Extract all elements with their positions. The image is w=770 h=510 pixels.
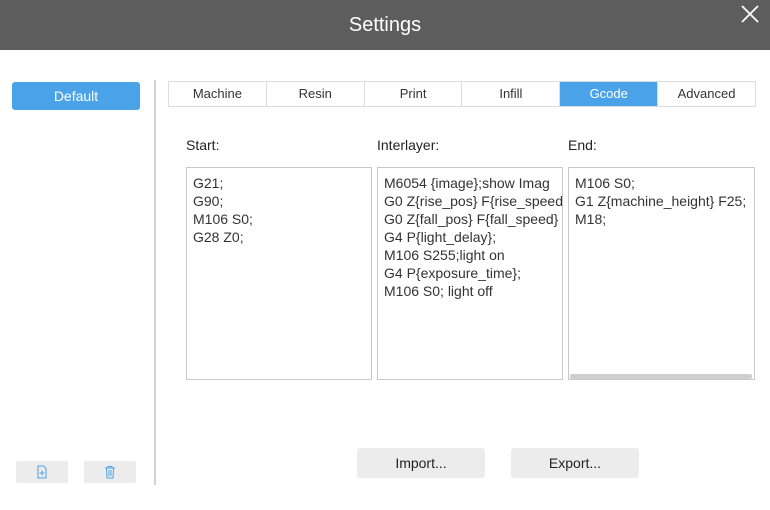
interlayer-gcode-input[interactable] <box>377 167 563 380</box>
profile-default[interactable]: Default <box>12 82 140 110</box>
tab-advanced[interactable]: Advanced <box>658 82 755 106</box>
tab-gcode[interactable]: Gcode <box>560 82 659 106</box>
start-gcode-input[interactable] <box>186 167 372 380</box>
add-profile-button[interactable] <box>16 461 68 483</box>
tab-machine[interactable]: Machine <box>169 82 267 106</box>
start-label: Start: <box>186 137 220 153</box>
window-title: Settings <box>348 14 422 36</box>
export-button[interactable]: Export... <box>511 448 639 478</box>
interlayer-label: Interlayer: <box>377 137 440 153</box>
delete-profile-button[interactable] <box>84 461 136 483</box>
settings-tabs: Machine Resin Print Infill Gcode Advance… <box>168 81 756 107</box>
add-file-icon <box>37 465 47 479</box>
tab-infill[interactable]: Infill <box>462 82 561 106</box>
import-button[interactable]: Import... <box>357 448 485 478</box>
end-label: End: <box>568 137 597 153</box>
tab-resin[interactable]: Resin <box>267 82 365 106</box>
sidebar-divider <box>154 80 156 485</box>
close-icon <box>741 5 759 23</box>
tab-print[interactable]: Print <box>365 82 463 106</box>
title-bar: Settings <box>0 0 770 50</box>
trash-icon <box>105 466 115 479</box>
end-gcode-input[interactable] <box>568 167 755 380</box>
end-horizontal-scrollbar[interactable] <box>570 374 752 379</box>
close-button[interactable] <box>738 2 762 26</box>
